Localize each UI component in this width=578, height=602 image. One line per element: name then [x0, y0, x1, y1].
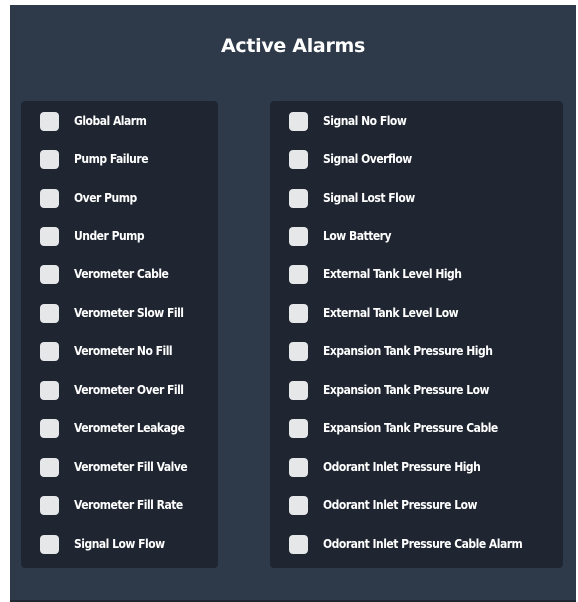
- alarm-item[interactable]: Expansion Tank Pressure High: [270, 339, 493, 363]
- panel-title: Active Alarms: [220, 35, 366, 57]
- alarm-checkbox[interactable]: [289, 495, 308, 515]
- alarm-label: Verometer Fill Rate: [74, 498, 183, 512]
- alarm-label: Odorant Inlet Pressure Cable Alarm: [323, 537, 523, 551]
- alarm-item[interactable]: External Tank Level High: [270, 262, 462, 286]
- alarm-label: Low Battery: [323, 229, 392, 243]
- alarm-checkbox[interactable]: [40, 188, 59, 208]
- alarm-checkbox[interactable]: [40, 303, 59, 323]
- alarm-label: Over Pump: [74, 191, 137, 205]
- alarm-checkbox[interactable]: [289, 111, 308, 131]
- alarm-item[interactable]: Over Pump: [21, 186, 137, 210]
- alarm-label: Expansion Tank Pressure High: [323, 344, 493, 358]
- alarm-label: Under Pump: [74, 229, 145, 243]
- alarm-label: Signal Lost Flow: [323, 191, 415, 205]
- active-alarms-panel: Active Alarms Global Alarm Pump Failure …: [10, 5, 576, 602]
- alarm-checkbox[interactable]: [289, 188, 308, 208]
- alarm-label: Signal Low Flow: [74, 537, 165, 551]
- alarm-checkbox[interactable]: [40, 264, 59, 284]
- alarm-checkbox[interactable]: [289, 226, 308, 246]
- alarm-label: External Tank Level Low: [323, 306, 459, 320]
- alarm-label: Odorant Inlet Pressure Low: [323, 498, 477, 512]
- alarm-item[interactable]: Under Pump: [21, 224, 145, 248]
- alarm-label: Expansion Tank Pressure Low: [323, 383, 490, 397]
- alarm-checkbox[interactable]: [289, 303, 308, 323]
- alarm-item[interactable]: Odorant Inlet Pressure Low: [270, 493, 477, 517]
- alarm-item[interactable]: Verometer No Fill: [21, 339, 173, 363]
- alarm-checkbox[interactable]: [289, 457, 308, 477]
- alarm-label: Verometer Slow Fill: [74, 306, 184, 320]
- alarm-label: Verometer Cable: [74, 267, 169, 281]
- alarm-checkbox[interactable]: [40, 226, 59, 246]
- alarm-checkbox[interactable]: [289, 534, 308, 554]
- alarm-item[interactable]: Global Alarm: [21, 109, 147, 133]
- alarm-item[interactable]: External Tank Level Low: [270, 301, 459, 325]
- alarm-checkbox[interactable]: [40, 495, 59, 515]
- alarm-checkbox[interactable]: [40, 457, 59, 477]
- alarm-label: Verometer Leakage: [74, 421, 185, 435]
- alarm-item[interactable]: Verometer Fill Valve: [21, 455, 188, 479]
- alarm-item[interactable]: Verometer Over Fill: [21, 378, 184, 402]
- alarm-checkbox[interactable]: [289, 418, 308, 438]
- alarm-checkbox[interactable]: [40, 380, 59, 400]
- alarm-label: External Tank Level High: [323, 267, 462, 281]
- alarm-item[interactable]: Signal Lost Flow: [270, 186, 415, 210]
- alarm-item[interactable]: Verometer Slow Fill: [21, 301, 184, 325]
- alarm-checkbox[interactable]: [40, 418, 59, 438]
- alarm-label: Verometer Over Fill: [74, 383, 184, 397]
- alarm-label: Signal No Flow: [323, 114, 407, 128]
- alarm-label: Pump Failure: [74, 152, 149, 166]
- alarm-label: Expansion Tank Pressure Cable: [323, 421, 498, 435]
- alarm-checkbox[interactable]: [289, 149, 308, 169]
- alarm-item[interactable]: Pump Failure: [21, 147, 149, 171]
- alarm-label: Verometer No Fill: [74, 344, 173, 358]
- alarm-item[interactable]: Signal No Flow: [270, 109, 407, 133]
- alarm-label: Signal Overflow: [323, 152, 412, 166]
- alarm-item[interactable]: Verometer Fill Rate: [21, 493, 183, 517]
- alarm-checkbox[interactable]: [289, 341, 308, 361]
- alarm-checkbox[interactable]: [289, 380, 308, 400]
- alarm-checkbox[interactable]: [40, 111, 59, 131]
- alarm-item[interactable]: Expansion Tank Pressure Low: [270, 378, 490, 402]
- alarm-item[interactable]: Odorant Inlet Pressure High: [270, 455, 481, 479]
- alarm-label: Verometer Fill Valve: [74, 460, 188, 474]
- alarm-list-right: Signal No Flow Signal Overflow Signal Lo…: [270, 101, 563, 568]
- alarm-label: Odorant Inlet Pressure High: [323, 460, 481, 474]
- alarm-item[interactable]: Signal Low Flow: [21, 532, 165, 556]
- alarm-checkbox[interactable]: [40, 341, 59, 361]
- alarm-checkbox[interactable]: [40, 149, 59, 169]
- alarm-list-left: Global Alarm Pump Failure Over Pump Unde…: [21, 101, 218, 568]
- alarm-checkbox[interactable]: [289, 264, 308, 284]
- alarm-item[interactable]: Signal Overflow: [270, 147, 412, 171]
- alarm-item[interactable]: Verometer Leakage: [21, 416, 185, 440]
- alarm-label: Global Alarm: [74, 114, 147, 128]
- alarm-item[interactable]: Expansion Tank Pressure Cable: [270, 416, 498, 440]
- alarm-item[interactable]: Verometer Cable: [21, 262, 169, 286]
- alarm-item[interactable]: Low Battery: [270, 224, 392, 248]
- alarm-checkbox[interactable]: [40, 534, 59, 554]
- alarm-item[interactable]: Odorant Inlet Pressure Cable Alarm: [270, 532, 523, 556]
